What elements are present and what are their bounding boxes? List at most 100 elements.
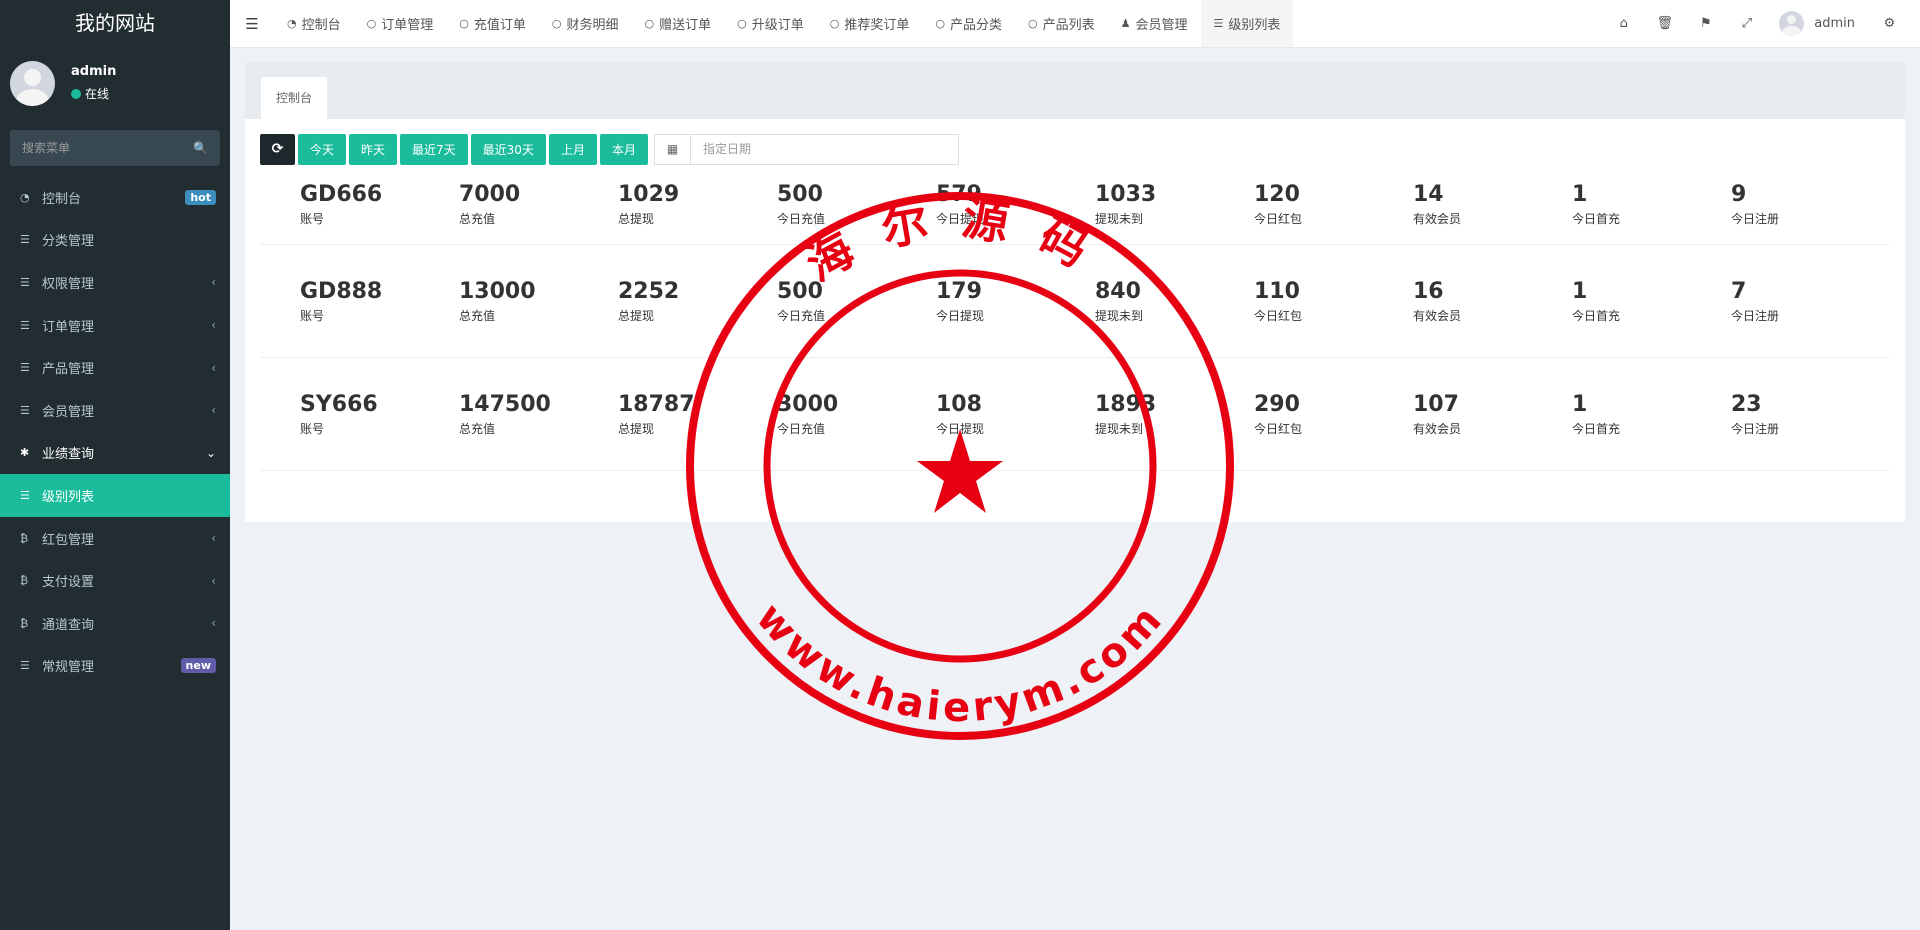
sidebar-menu: ◔ 控制台 hot ☰ 分类管理 ☰ 权限管理 ‹ ☰ 订单管理 ‹ ☰ 产品管… <box>0 176 230 687</box>
tab-product-list[interactable]: ○ 产品列表 <box>1015 0 1108 47</box>
sidebar-item-level-list[interactable]: ☰ 级别列表 <box>0 474 230 517</box>
sidebar-item-performance[interactable]: ✱ 业绩查询 ⌄ <box>0 432 230 475</box>
tab-upgrade-orders[interactable]: ○ 升级订单 <box>724 0 817 47</box>
tab-product-categories[interactable]: ○ 产品分类 <box>922 0 1015 47</box>
circle-icon: ○ <box>459 17 469 30</box>
tab-level-list[interactable]: ☰ 级别列表 <box>1200 0 1294 47</box>
circle-icon: ○ <box>737 17 747 30</box>
sidebar: 我的网站 admin 在线 🔍 ◔ 控制台 hot ☰ 分类管理 ☰ 权限管理 … <box>0 0 230 930</box>
brand-title[interactable]: 我的网站 <box>0 0 230 48</box>
stat-cell: 290 今日红包 <box>1254 391 1303 436</box>
stat-cell: 18787 总提现 <box>618 391 695 436</box>
stat-cell: 500 今日充值 <box>777 182 826 226</box>
online-dot-icon <box>71 88 81 99</box>
sidebar-item-general[interactable]: ☰ 常规管理 new <box>0 645 230 688</box>
sidebar-item-orders[interactable]: ☰ 订单管理 ‹ <box>0 304 230 347</box>
list-icon: ☰ <box>20 233 30 247</box>
filter-yesterday-button[interactable]: 昨天 <box>349 133 398 165</box>
panel-header: 控制台 <box>245 62 1905 119</box>
filter-today-button[interactable]: 今天 <box>298 133 347 165</box>
refresh-button[interactable]: ⟳ <box>260 133 295 165</box>
sidebar-item-red-packets[interactable]: ₿ 红包管理 ‹ <box>0 517 230 560</box>
table-row: SY666 账号 147500 总充值 18787 总提现 3000 今日充值 108 今… <box>260 358 1890 471</box>
asterisk-icon: ✱ <box>20 446 30 460</box>
tab-members[interactable]: ♟ 会员管理 <box>1108 0 1201 47</box>
stat-cell: 1 今日首充 <box>1572 391 1621 436</box>
stat-cell: 13000 总充值 <box>459 278 536 323</box>
fullscreen-icon[interactable]: ⤢ <box>1726 16 1767 31</box>
user-name: admin <box>71 64 117 79</box>
user-panel: admin 在线 <box>0 48 230 118</box>
hot-badge: hot <box>185 189 216 205</box>
seal-bottom-text: www.haierym.com <box>747 595 1173 731</box>
sidebar-item-payment-settings[interactable]: ₿ 支付设置 ‹ <box>0 559 230 602</box>
circle-icon: ○ <box>1028 17 1038 30</box>
date-filter-toolbar: ⟳ 今天 昨天 最近7天 最近30天 上月 本月 ▦ <box>245 119 1905 165</box>
date-input[interactable] <box>690 142 951 156</box>
chevron-left-icon: ‹ <box>211 275 216 290</box>
stat-cell: 110 今日红包 <box>1254 278 1303 323</box>
stats-table: GD666 账号 7000 总充值 1029 总提现 500 今日充值 579 今日提现 … <box>245 165 1905 471</box>
chevron-left-icon: ‹ <box>211 616 216 631</box>
filter-last30-button[interactable]: 最近30天 <box>470 133 546 165</box>
sidebar-item-permissions[interactable]: ☰ 权限管理 ‹ <box>0 261 230 304</box>
chevron-left-icon: ‹ <box>211 531 216 546</box>
tab-dashboard[interactable]: ◔ 控制台 <box>274 0 354 47</box>
filter-last7-button[interactable]: 最近7天 <box>400 133 468 165</box>
tab-finance-details[interactable]: ○ 财务明细 <box>539 0 632 47</box>
user-status-text: 在线 <box>85 87 110 101</box>
trash-icon[interactable]: 🗑 <box>1644 16 1685 31</box>
avatar <box>10 60 55 106</box>
sidebar-item-dashboard[interactable]: ◔ 控制台 hot <box>0 176 230 219</box>
user-status: 在线 <box>71 85 116 102</box>
bitcoin-icon: ₿ <box>20 574 29 588</box>
tab-referral-orders[interactable]: ○ 推荐奖订单 <box>817 0 923 47</box>
calendar-icon[interactable]: ▦ <box>655 134 691 164</box>
search-input[interactable] <box>22 141 182 155</box>
table-row: GD888 账号 13000 总充值 2252 总提现 500 今日充值 179 今日提现… <box>260 245 1890 358</box>
top-user-menu[interactable]: admin <box>1779 11 1855 36</box>
table-row: GD666 账号 7000 总充值 1029 总提现 500 今日充值 579 今日提现 … <box>260 165 1890 245</box>
dashboard-icon: ◔ <box>287 17 297 30</box>
list-icon: ☰ <box>20 659 30 673</box>
circle-icon: ○ <box>551 17 562 30</box>
home-icon[interactable]: ⌂ <box>1603 16 1644 31</box>
stat-cell: 179 今日提现 <box>936 278 985 323</box>
search-icon[interactable]: 🔍 <box>193 141 208 155</box>
avatar <box>1779 11 1805 36</box>
chevron-left-icon: ‹ <box>211 403 216 418</box>
sidebar-item-categories[interactable]: ☰ 分类管理 <box>0 219 230 262</box>
tab-recharge-orders[interactable]: ○ 充值订单 <box>446 0 539 47</box>
panel-tab-dashboard[interactable]: 控制台 <box>261 77 328 119</box>
stat-cell: 7 今日注册 <box>1731 278 1780 323</box>
language-icon[interactable]: ⚑ <box>1685 16 1726 31</box>
list-icon: ☰ <box>20 361 30 375</box>
settings-icon[interactable]: ⚙ <box>1869 16 1910 31</box>
list-icon: ☰ <box>1213 17 1224 30</box>
stat-cell: 108 今日提现 <box>936 391 985 436</box>
top-nav: ☰ ◔ 控制台 ○ 订单管理 ○ 充值订单 ○ 财务明细 ○ 赠送订单 ○ 升级订单 ○ 推荐… <box>230 0 1920 48</box>
stat-cell: 147500 总充值 <box>459 391 551 436</box>
filter-last-month-button[interactable]: 上月 <box>548 133 597 165</box>
sidebar-item-channel-query[interactable]: ₿ 通道查询 ‹ <box>0 602 230 645</box>
stat-cell: 1 今日首充 <box>1572 182 1621 226</box>
menu-search: 🔍 <box>10 130 220 166</box>
sidebar-item-members[interactable]: ☰ 会员管理 ‹ <box>0 389 230 432</box>
top-user-name: admin <box>1814 16 1855 31</box>
date-picker: ▦ <box>653 133 959 165</box>
bitcoin-icon: ₿ <box>20 616 29 630</box>
new-badge: new <box>180 658 216 674</box>
circle-icon: ○ <box>935 17 945 30</box>
stat-cell: GD666 账号 <box>300 182 383 226</box>
stat-cell: 579 今日提现 <box>936 182 985 226</box>
chevron-left-icon: ‹ <box>211 360 216 375</box>
tab-orders[interactable]: ○ 订单管理 <box>354 0 447 47</box>
list-icon: ☰ <box>20 275 30 289</box>
tab-gift-orders[interactable]: ○ 赠送订单 <box>632 0 725 47</box>
stat-cell: 840 提现未到 <box>1095 278 1144 323</box>
sidebar-item-products[interactable]: ☰ 产品管理 ‹ <box>0 346 230 389</box>
chevron-left-icon: ‹ <box>211 318 216 333</box>
menu-toggle-icon[interactable]: ☰ <box>230 0 274 47</box>
list-icon: ☰ <box>20 403 30 417</box>
filter-this-month-button[interactable]: 本月 <box>599 133 648 165</box>
